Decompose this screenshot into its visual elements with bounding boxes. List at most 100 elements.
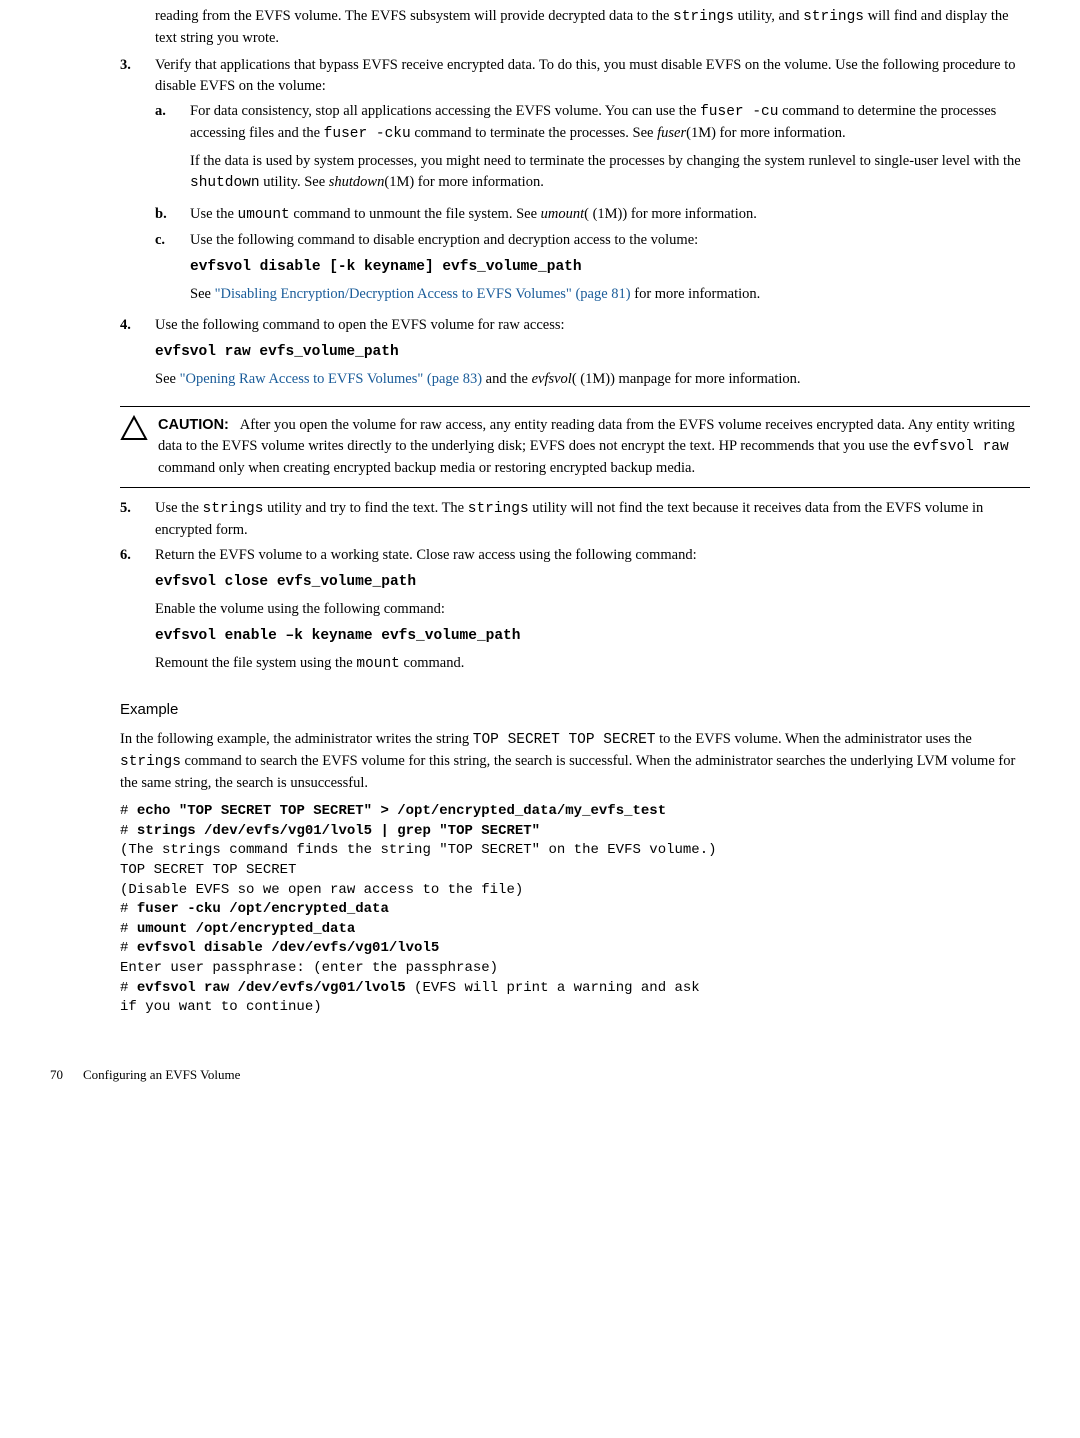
code: umount <box>238 207 290 223</box>
comment: (Disable EVFS so we open raw access to t… <box>120 882 523 898</box>
see-also: See "Disabling Encryption/Decryption Acc… <box>190 284 1030 305</box>
text: Enable the volume using the following co… <box>155 599 1030 620</box>
step-number: 3. <box>120 55 155 97</box>
command: evfsvol raw evfs_volume_path <box>155 342 1030 363</box>
manpage-ref: evfsvol <box>532 371 572 387</box>
command: umount /opt/encrypted_data <box>137 921 355 937</box>
text: utility. See <box>260 174 329 190</box>
text: If the data is used by system processes,… <box>190 153 1021 169</box>
link-disabling-encryption[interactable]: "Disabling Encryption/Decryption Access … <box>215 286 631 302</box>
text: See <box>190 286 215 302</box>
code: fuser -cku <box>324 126 411 142</box>
command: fuser -cku /opt/encrypted_data <box>137 901 389 917</box>
code: strings <box>120 754 181 770</box>
text: command only when creating encrypted bac… <box>158 460 695 476</box>
text: command to unmount the file system. See <box>290 206 541 222</box>
caution-text: CAUTION: After you open the volume for r… <box>158 415 1030 479</box>
manpage-ref: fuser <box>657 125 686 141</box>
text: utility, and <box>734 8 803 24</box>
caution-icon <box>120 415 148 479</box>
see-also: See "Opening Raw Access to EVFS Volumes"… <box>155 369 1030 390</box>
step-3: 3. Verify that applications that bypass … <box>120 55 1030 97</box>
footer-title: Configuring an EVFS Volume <box>83 1067 240 1082</box>
command: strings /dev/evfs/vg01/lvol5 | grep "TOP… <box>137 823 540 839</box>
text: After you open the volume for raw access… <box>158 417 1015 454</box>
step-4: 4. Use the following command to open the… <box>120 315 1030 396</box>
text: See <box>155 371 180 387</box>
step-number: 6. <box>120 545 155 681</box>
example-heading: Example <box>120 699 1030 721</box>
step-content: Use the strings utility and try to find … <box>155 498 1030 541</box>
text: ( (1M)) for more information. <box>584 206 757 222</box>
text: Remount the file system using the <box>155 655 356 671</box>
text: for more information. <box>631 286 761 302</box>
prompt: # <box>120 823 137 839</box>
output: (EVFS will print a warning and ask <box>406 980 700 996</box>
text: reading from the EVFS volume. The EVFS s… <box>155 8 673 24</box>
text: utility and try to find the text. The <box>263 500 467 516</box>
text: (1M) for more information. <box>384 174 543 190</box>
output: TOP SECRET TOP SECRET <box>120 862 296 878</box>
output: (The strings command finds the string "T… <box>120 842 717 858</box>
manpage-ref: shutdown <box>329 174 385 190</box>
text: Use the <box>155 500 203 516</box>
code: strings <box>803 9 864 25</box>
code: evfsvol raw <box>913 439 1009 455</box>
code-block: # echo "TOP SECRET TOP SECRET" > /opt/en… <box>120 802 1030 1018</box>
text: and the <box>482 371 532 387</box>
text: to the EVFS volume. When the administrat… <box>656 731 972 747</box>
text: (1M) for more information. <box>686 125 845 141</box>
caution-label: CAUTION: <box>158 417 229 433</box>
step-5: 5. Use the strings utility and try to fi… <box>120 498 1030 541</box>
manpage-ref: umount <box>541 206 585 222</box>
code: strings <box>468 501 529 517</box>
prompt: # <box>120 980 137 996</box>
command: evfsvol disable /dev/evfs/vg01/lvol5 <box>137 940 439 956</box>
substep-para: If the data is used by system processes,… <box>190 151 1030 194</box>
text: Return the EVFS volume to a working stat… <box>155 547 697 563</box>
page-footer: 70 Configuring an EVFS Volume <box>0 1066 1080 1085</box>
intro-paragraph: reading from the EVFS volume. The EVFS s… <box>155 6 1030 49</box>
command: evfsvol disable [-k keyname] evfs_volume… <box>190 257 1030 278</box>
text: Use the <box>190 206 238 222</box>
code: shutdown <box>190 175 260 191</box>
caution-block: CAUTION: After you open the volume for r… <box>120 406 1030 488</box>
text: ( (1M)) manpage for more information. <box>572 371 801 387</box>
command: echo "TOP SECRET TOP SECRET" > /opt/encr… <box>137 803 666 819</box>
command: evfsvol raw /dev/evfs/vg01/lvol5 <box>137 980 406 996</box>
substep-content: Use the umount command to unmount the fi… <box>190 204 1030 226</box>
page-number: 70 <box>50 1067 63 1082</box>
text: command. <box>400 655 464 671</box>
substep-letter: c. <box>155 230 190 311</box>
step-number: 4. <box>120 315 155 396</box>
code: strings <box>673 9 734 25</box>
code: fuser -cu <box>700 104 778 120</box>
prompt: # <box>120 940 137 956</box>
prompt: # <box>120 901 137 917</box>
step-3a: a. For data consistency, stop all applic… <box>155 101 1030 200</box>
prompt: # <box>120 803 137 819</box>
step-content: Return the EVFS volume to a working stat… <box>155 545 1030 681</box>
substep-content: Use the following command to disable enc… <box>190 230 1030 311</box>
example-paragraph: In the following example, the administra… <box>120 729 1030 794</box>
text: For data consistency, stop all applicati… <box>190 103 700 119</box>
step-3b: b. Use the umount command to unmount the… <box>155 204 1030 226</box>
code: strings <box>203 501 264 517</box>
link-opening-raw[interactable]: "Opening Raw Access to EVFS Volumes" (pa… <box>180 371 482 387</box>
command: evfsvol close evfs_volume_path <box>155 572 1030 593</box>
step-6: 6. Return the EVFS volume to a working s… <box>120 545 1030 681</box>
code: TOP SECRET TOP SECRET <box>473 732 656 748</box>
text: command to terminate the processes. See <box>411 125 657 141</box>
text: Use the following command to open the EV… <box>155 317 565 333</box>
step-content: Use the following command to open the EV… <box>155 315 1030 396</box>
text: In the following example, the administra… <box>120 731 473 747</box>
substep-letter: b. <box>155 204 190 226</box>
step-number: 5. <box>120 498 155 541</box>
substep-letter: a. <box>155 101 190 200</box>
prompt: # <box>120 921 137 937</box>
step-text: Verify that applications that bypass EVF… <box>155 55 1030 97</box>
step-3c: c. Use the following command to disable … <box>155 230 1030 311</box>
substep-content: For data consistency, stop all applicati… <box>190 101 1030 200</box>
remount-para: Remount the file system using the mount … <box>155 653 1030 675</box>
command: evfsvol enable –k keyname evfs_volume_pa… <box>155 626 1030 647</box>
